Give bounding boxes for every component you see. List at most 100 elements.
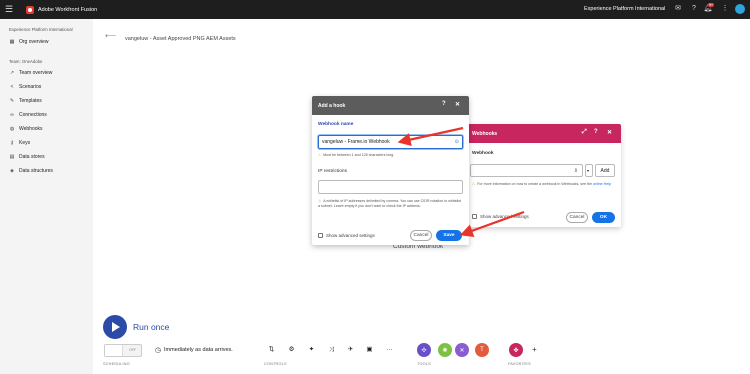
webhooks-ok-button[interactable]: OK [592,212,615,223]
add-hook-dialog-title: Add a hook [318,102,346,109]
briefcase-icon[interactable]: ▣ [365,345,374,354]
webhook-name-input[interactable]: vangeluw - Frame.io Webhook ⊙ [318,135,463,149]
sidebar-item-label: Data structures [19,168,53,174]
scheduling-toggle[interactable]: OFF [104,344,142,357]
sidebar-item-keys[interactable]: ⚷ Keys [9,140,30,146]
database-icon: ▤ [9,154,15,160]
apps-icon[interactable]: ⋮ [720,4,730,14]
webhook-hint: ⚠ For more information on how to create a… [472,182,612,186]
sidebar-item-label: Org overview [19,39,49,45]
show-advanced-checkbox[interactable]: Show advanced settings [472,214,529,219]
flow-icon[interactable]: ✺ [438,343,452,357]
share-icon: < [10,84,14,90]
add-hook-dialog: Add a hook ? ✕ Webhook name vangeluw - F… [312,96,469,245]
sidebar-item-data-structures[interactable]: ◈ Data structures [9,168,53,174]
align-icon[interactable]: ⤨ [327,345,336,354]
sidebar-item-templates[interactable]: ✎ Templates [9,98,42,104]
tools-icon[interactable]: ✣ [417,343,431,357]
run-once-button[interactable] [103,315,127,339]
key-icon: ⚷ [10,140,14,146]
notification-badge: 9+ [708,3,714,7]
ip-hint: ⚠ A whitelist of IP addresses delimited b… [318,199,461,208]
sidebar-item-label: Webhooks [19,126,43,132]
favorites-caption: FAVORITES [508,362,531,366]
building-icon: ▦ [9,39,15,45]
magic-wand-icon[interactable]: ✦ [307,345,316,354]
webhook-name-label: Webhook name [318,122,354,127]
warning-icon: ⚠ [472,182,476,186]
sidebar-item-scenarios[interactable]: < Scenarios [9,84,42,90]
ip-restrictions-label: IP restrictions [318,169,347,174]
globe-icon: ◍ [9,126,15,132]
autofill-icon[interactable]: ⊙ [455,139,459,145]
webhooks-dialog-title: Webhooks [472,130,498,137]
sidebar-item-data-stores[interactable]: ▤ Data stores [9,154,45,160]
run-once-label[interactable]: Run once [133,322,169,332]
gear-icon[interactable]: ⚙ [287,345,296,354]
hamburger-menu-icon[interactable]: ☰ [0,4,18,15]
flow-control-icon[interactable]: ⇅ [267,345,276,354]
link-icon: ∞ [10,112,14,118]
help-icon[interactable]: ? [442,101,446,107]
airplane-icon[interactable]: ✈ [346,345,355,354]
sidebar: Experience Platform International ▦ Org … [0,19,93,374]
sidebar-item-org-overview[interactable]: ▦ Org overview [9,39,49,45]
sidebar-item-connections[interactable]: ∞ Connections [9,112,47,118]
more-icon[interactable]: ··· [385,345,394,354]
checkbox-box[interactable] [318,233,323,238]
avatar[interactable] [735,4,745,14]
name-hint: ⚠ Must be between 1 and 128 characters lo… [318,153,395,157]
add-hook-dialog-header: Add a hook ? ✕ [312,96,469,115]
brush-icon: ✎ [9,98,15,104]
transform-icon[interactable]: ✕ [455,343,469,357]
chart-icon: ↗ [9,70,15,76]
org-switcher[interactable]: Experience Platform International [584,6,665,12]
tools-caption: TOOLS [417,362,431,366]
add-favorite-icon[interactable]: + [532,345,537,354]
help-icon[interactable]: ? [594,129,598,135]
play-icon [112,322,120,332]
webhook-label: Webhook [472,151,494,156]
hook-save-button[interactable]: Save [436,230,462,241]
adobe-logo-icon [26,5,34,14]
scheduling-caption: SCHEDULING [103,362,130,366]
schedule-text[interactable]: Immediately as data arrives. [164,347,233,353]
org-section-title: Experience Platform International [9,27,73,32]
hook-cancel-button[interactable]: Cancel [410,230,432,241]
sidebar-item-webhooks[interactable]: ◍ Webhooks [9,126,43,132]
feedback-icon[interactable]: ✉ [673,4,683,14]
webhook-select[interactable]: ⇕ [470,164,583,177]
show-advanced-checkbox[interactable]: Show advanced settings [318,233,375,238]
sidebar-item-label: Connections [19,112,47,118]
back-arrow-icon[interactable]: ⟵ [105,31,116,40]
controls-caption: CONTROLS [264,362,287,366]
webhooks-cancel-button[interactable]: Cancel [566,212,588,223]
app-title: Adobe Workfront Fusion [38,6,98,13]
ip-restrictions-input[interactable] [318,180,463,194]
webhook-dropdown-toggle[interactable]: ▾ [585,164,593,177]
sidebar-item-label: Data stores [19,154,45,160]
chevron-down-icon: ▾ [587,168,590,173]
warning-icon: ⚠ [318,199,322,203]
webhooks-dialog-header: Webhooks ⤢ ? ✕ [468,124,621,143]
close-icon[interactable]: ✕ [607,129,612,136]
favorite-webhooks-icon[interactable]: ✤ [509,343,523,357]
clock-icon[interactable]: ◷ [155,346,161,354]
select-arrows-icon: ⇕ [573,167,578,174]
sidebar-item-label: Templates [19,98,42,104]
close-icon[interactable]: ✕ [455,101,460,108]
sidebar-item-team-overview[interactable]: ↗ Team overview [9,70,52,76]
warning-icon: ⚠ [318,153,322,157]
expand-icon[interactable]: ⤢ [582,129,587,136]
sidebar-item-label: Team overview [19,70,53,76]
text-parser-icon[interactable]: T [475,343,489,357]
scenario-name[interactable]: vangeluw - Asset Approved PNG AEM Assets [125,36,236,42]
checkbox-box[interactable] [472,214,477,219]
help-icon[interactable]: ? [689,4,699,14]
sidebar-item-label: Keys [19,140,31,146]
add-webhook-button[interactable]: Add [595,164,615,177]
online-help-link[interactable]: online Help [593,182,611,186]
webhook-name-value: vangeluw - Frame.io Webhook [322,139,390,145]
team-section-title: Team: OneAdobe [9,59,43,64]
toggle-knob [105,345,123,356]
